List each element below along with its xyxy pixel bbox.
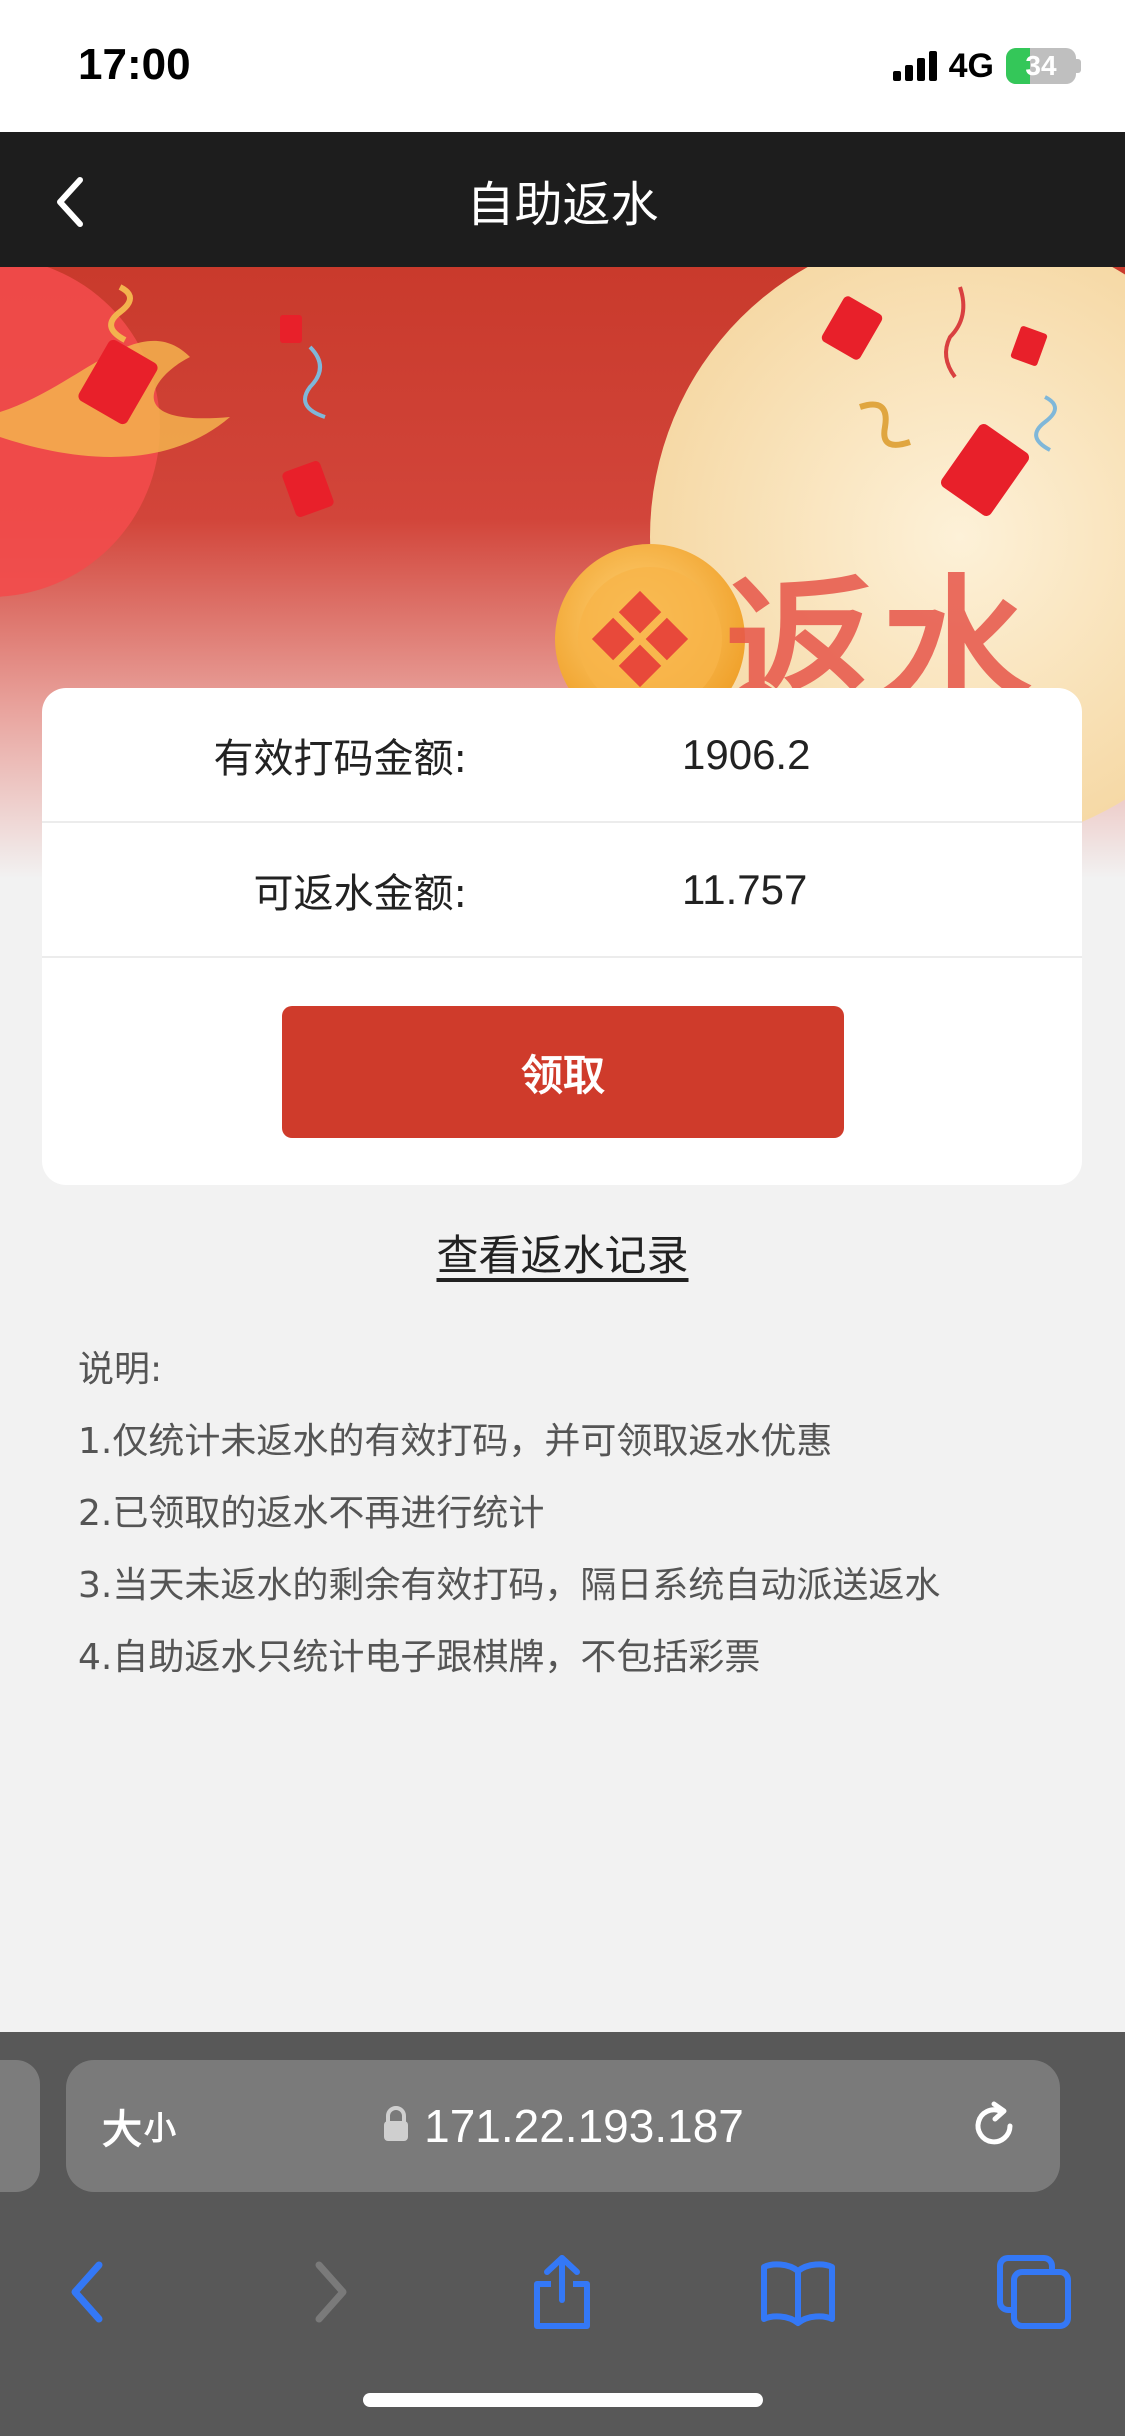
reload-icon[interactable] xyxy=(964,2096,1024,2156)
rebate-amount-row: 可返水金额: 11.757 xyxy=(42,823,1082,958)
notes-title: 说明: xyxy=(78,1349,163,1390)
nav-bar: 自助返水 xyxy=(0,132,1125,267)
note-item: 3.当天未返水的剩余有效打码，隔日系统自动派送返水 xyxy=(78,1565,941,1606)
page-title: 自助返水 xyxy=(466,176,659,233)
valid-bet-label: 有效打码金额: xyxy=(213,735,467,782)
tabs-icon[interactable] xyxy=(994,2252,1074,2332)
browser-toolbar xyxy=(0,2232,1125,2362)
browser-bottom-bar: 大小 171.22.193.187 xyxy=(0,2032,1125,2436)
battery-level: 34 xyxy=(1025,50,1057,81)
valid-bet-row: 有效打码金额: 1906.2 xyxy=(42,688,1082,823)
previous-tab-edge[interactable] xyxy=(0,2060,40,2192)
battery-icon: 34 xyxy=(1006,48,1076,84)
note-item: 2.已领取的返水不再进行统计 xyxy=(78,1493,545,1534)
url-text: 171.22.193.187 xyxy=(424,2100,744,2152)
rebate-card: 有效打码金额: 1906.2 可返水金额: 11.757 领取 xyxy=(42,688,1082,1185)
rebate-amount-value: 11.757 xyxy=(682,865,808,913)
note-item: 1.仅统计未返水的有效打码，并可领取返水优惠 xyxy=(78,1421,833,1462)
forward-arrow-icon[interactable] xyxy=(290,2252,370,2332)
claim-button[interactable]: 领取 xyxy=(282,1006,844,1138)
view-records-link[interactable]: 查看返水记录 xyxy=(0,1222,1125,1283)
lock-icon xyxy=(382,2106,410,2146)
status-bar: 17:00 4G 34 xyxy=(0,0,1125,132)
notes-section: 说明: 1.仅统计未返水的有效打码，并可领取返水优惠 2.已领取的返水不再进行统… xyxy=(78,1345,940,1705)
share-icon[interactable] xyxy=(522,2252,602,2332)
bookmarks-icon[interactable] xyxy=(758,2252,838,2332)
status-time: 17:00 xyxy=(78,40,191,89)
rebate-amount-label: 可返水金额: xyxy=(253,870,467,917)
address-bar[interactable]: 大小 171.22.193.187 xyxy=(66,2060,1060,2192)
signal-icon xyxy=(892,51,937,81)
valid-bet-value: 1906.2 xyxy=(682,730,811,778)
home-indicator xyxy=(363,2393,763,2407)
back-arrow-icon[interactable] xyxy=(48,2252,128,2332)
status-indicators: 4G 34 xyxy=(892,46,1081,86)
note-item: 4.自助返水只统计电子跟棋牌，不包括彩票 xyxy=(78,1637,761,1678)
network-type: 4G xyxy=(948,46,994,85)
